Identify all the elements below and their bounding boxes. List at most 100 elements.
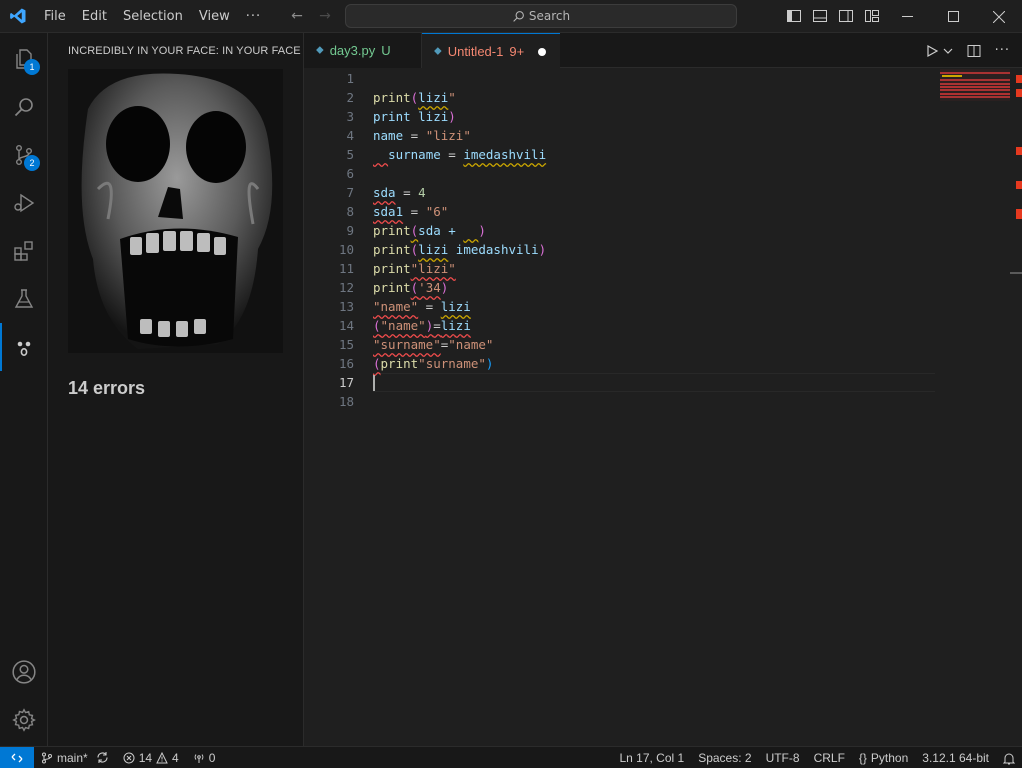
code-token: '34 [418,280,441,295]
toggle-primary-sidebar-icon[interactable] [786,8,802,24]
tab-status: 9+ [509,44,525,59]
code-token: lizi [440,299,471,314]
code-token: sda1 [373,204,404,219]
code-editor[interactable]: 1 2 3 4 5 6 7 8 9 10 11 12 13 14 15 16 1… [304,69,1022,746]
testing-button[interactable] [0,275,48,323]
line-number: 7 [346,185,354,200]
extensions-button[interactable] [0,227,48,275]
code-token: print [373,90,411,105]
code-token: lizi [440,318,471,333]
run-icon[interactable] [925,44,939,58]
line-number: 18 [338,394,354,409]
explorer-badge: 1 [24,59,40,75]
code-token: "name" [373,299,419,314]
gear-icon [12,708,36,732]
tab-bar: ⬥ day3.py U ⬥ Untitled-1 9+ ··· [304,33,1022,69]
code-token: = [440,147,464,162]
layout-controls [786,8,880,24]
code-token: sda + [418,223,464,238]
indentation[interactable]: Spaces: 2 [691,747,758,768]
minimap[interactable] [940,69,1010,109]
minimize-icon[interactable] [884,0,930,33]
text-cursor [373,375,375,391]
python-file-icon: ⬥ [316,44,324,56]
error-icon [123,752,135,763]
code-token: " [448,90,456,105]
manage-button[interactable] [0,696,48,744]
code-token: print lizi [373,109,449,124]
tab-day3[interactable]: ⬥ day3.py U [304,33,422,68]
tab-untitled-1[interactable]: ⬥ Untitled-1 9+ [422,33,560,69]
search-icon [14,98,33,117]
menu-selection[interactable]: Selection [115,0,191,33]
remote-indicator-icon[interactable] [0,746,34,768]
code-token: 4 [418,185,426,200]
chevron-down-icon[interactable] [943,46,953,56]
ports-status[interactable]: 0 [186,747,223,768]
vscode-logo-icon[interactable] [0,0,36,33]
source-control-badge: 2 [24,155,40,171]
status-bar: main* 14 4 0 Ln 17, Col 1 Spaces: 2 UTF-… [0,746,1022,768]
split-editor-icon[interactable] [967,44,981,58]
code-token: "surname" [418,356,486,371]
cursor-position[interactable]: Ln 17, Col 1 [612,747,691,768]
menu-file[interactable]: File [36,0,74,33]
explorer-button[interactable]: 1 [0,35,48,83]
code-token: lizi [418,90,449,105]
line-number-current: 17 [338,375,354,390]
back-arrow-icon[interactable]: ← [289,8,305,24]
in-your-face-extension-button[interactable] [0,323,48,371]
line-number: 9 [346,223,354,238]
code-line-9: print(sda + ) [373,221,486,240]
line-number: 8 [346,204,354,219]
customize-layout-icon[interactable] [864,8,880,24]
problems-status[interactable]: 14 4 [116,747,186,768]
code-token: = [403,128,426,143]
forward-arrow-icon[interactable]: → [317,8,333,24]
close-icon[interactable] [976,0,1022,33]
code-token: = [433,318,441,333]
toggle-secondary-sidebar-icon[interactable] [838,8,854,24]
notifications-button[interactable] [996,747,1022,768]
side-panel: INCREDIBLY IN YOUR FACE: IN YOUR FACE 14… [48,33,304,746]
encoding[interactable]: UTF-8 [759,747,807,768]
code-line-7: sda = 4 [373,183,426,202]
search-view-button[interactable] [0,83,48,131]
end-of-line[interactable]: CRLF [807,747,852,768]
code-line-14: ("name")=lizi [373,316,471,335]
language-mode[interactable]: {} Python [852,747,915,768]
menu-more[interactable]: ··· [238,0,269,33]
accounts-button[interactable] [0,648,48,696]
code-token: "name" [380,318,426,333]
tab-status: U [381,43,391,58]
code-token: "name" [448,337,494,352]
menu-view[interactable]: View [191,0,238,33]
title-bar: File Edit Selection View ··· ← → Search [0,0,1022,33]
run-debug-button[interactable] [0,179,48,227]
account-icon [12,660,36,684]
code-line-11: print"lizi" [373,259,456,278]
skull-image [68,69,283,353]
errors-count: 14 errors [68,378,146,398]
current-line-highlight [373,373,935,392]
code-token: "lizi" [410,261,456,276]
source-control-button[interactable]: 2 [0,131,48,179]
command-center-search[interactable]: Search [345,4,737,28]
maximize-icon[interactable] [930,0,976,33]
more-actions-icon[interactable]: ··· [995,43,1010,58]
scrollbar-error-markers[interactable] [1010,69,1022,746]
git-branch-status[interactable]: main* [34,747,116,768]
python-interpreter[interactable]: 3.12.1 64-bit [915,747,996,768]
unsaved-dot-icon[interactable] [538,47,547,56]
menu-edit[interactable]: Edit [74,0,115,33]
line-number: 12 [338,280,354,295]
branch-name: main* [57,750,88,765]
toggle-panel-icon[interactable] [812,8,828,24]
code-token: name [373,128,404,143]
code-token: = [403,204,426,219]
sync-icon[interactable] [96,751,109,764]
code-line-8: sda1 = "6" [373,202,448,221]
code-token: print [373,280,411,295]
code-token: = [395,185,419,200]
line-number: 1 [346,71,354,86]
